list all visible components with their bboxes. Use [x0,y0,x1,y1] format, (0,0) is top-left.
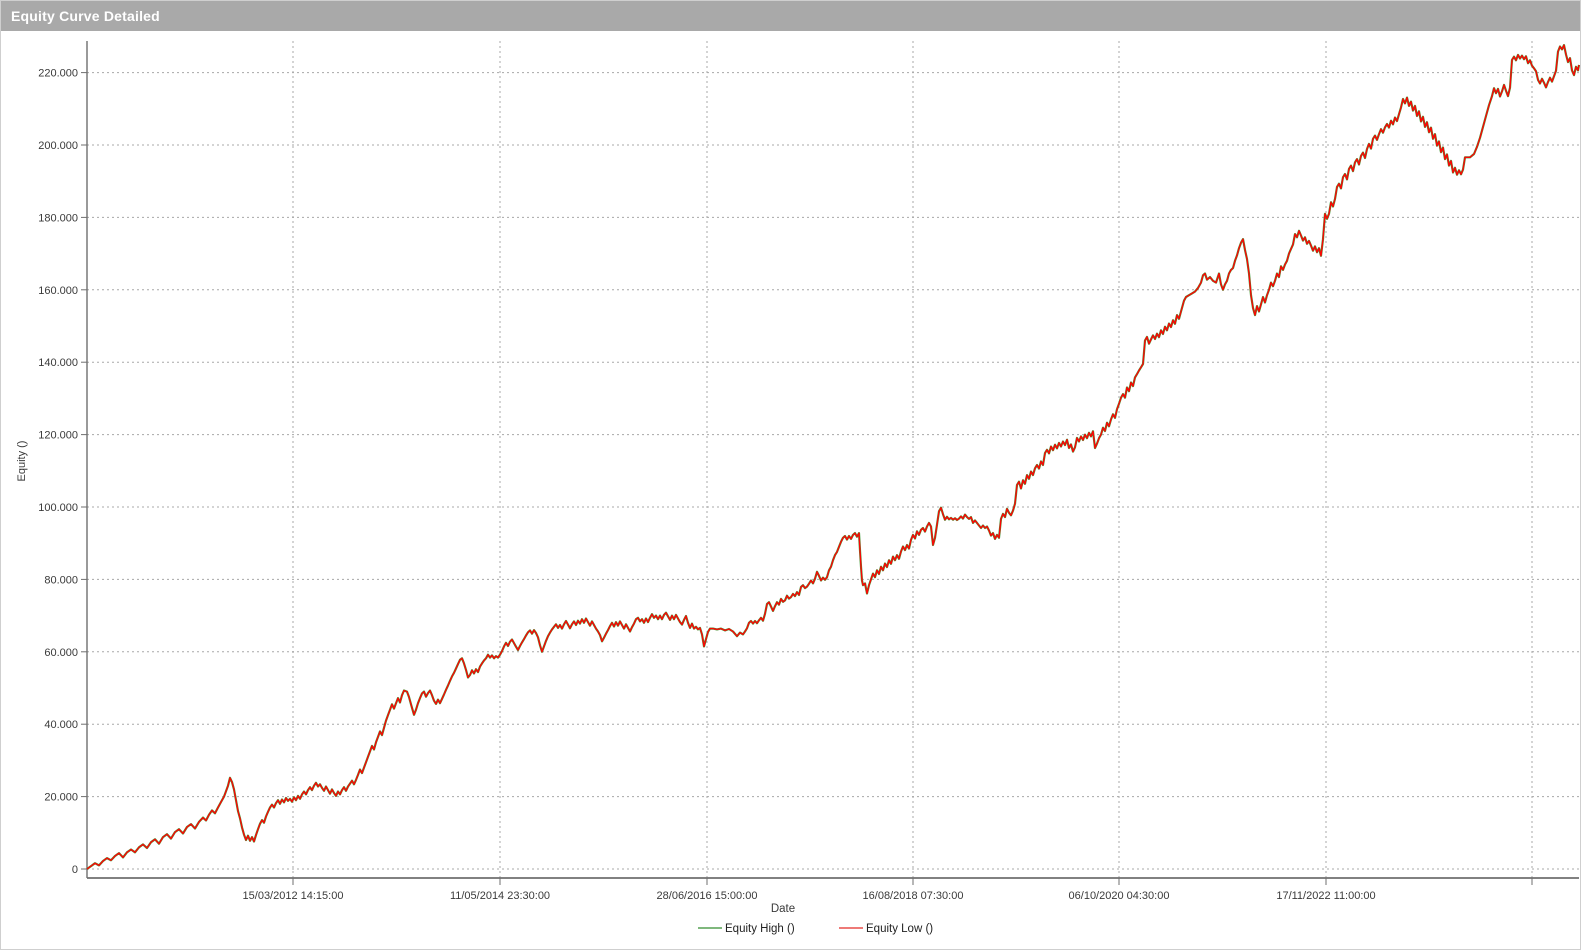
y-tick-label: 100.000 [38,502,78,514]
x-tick-label: 17/11/2022 11:00:00 [1276,890,1375,902]
legend-label-equity-high: Equity High () [725,923,795,935]
equity-curve-window: Equity Curve Detailed 020.00040.00060.00… [0,0,1581,950]
y-tick-label: 0 [72,864,78,876]
y-tick-label: 60.000 [44,647,78,659]
x-axis-title: Date [771,903,795,915]
x-tick-label: 11/05/2014 23:30:00 [450,890,550,902]
x-tick-label: 28/06/2016 15:00:00 [657,890,758,902]
y-tick-label: 80.000 [44,574,78,586]
y-tick-label: 220.000 [38,68,78,80]
legend: Equity High () Equity Low () [698,923,933,935]
equity-curve-chart: 0 20.000 40.000 60.000 80.000 100.000 120.000 1… [1,1,1581,950]
y-axis-title: Equity () [16,441,28,482]
y-tick-label: 140.000 [38,357,78,369]
y-tick-label: 200.000 [38,140,78,152]
x-tick-label: 06/10/2020 04:30:00 [1069,890,1170,902]
y-tick-label: 180.000 [38,212,78,224]
y-tick-label: 120.000 [38,430,78,442]
legend-label-equity-low: Equity Low () [866,923,933,935]
x-tick-label: 15/03/2012 14:15:00 [243,890,344,902]
y-tick-label: 160.000 [38,285,78,297]
y-tick-label: 20.000 [44,792,78,804]
y-tick-label: 40.000 [44,719,78,731]
x-tick-label: 16/08/2018 07:30:00 [863,890,964,902]
plot-area[interactable] [87,41,1579,878]
